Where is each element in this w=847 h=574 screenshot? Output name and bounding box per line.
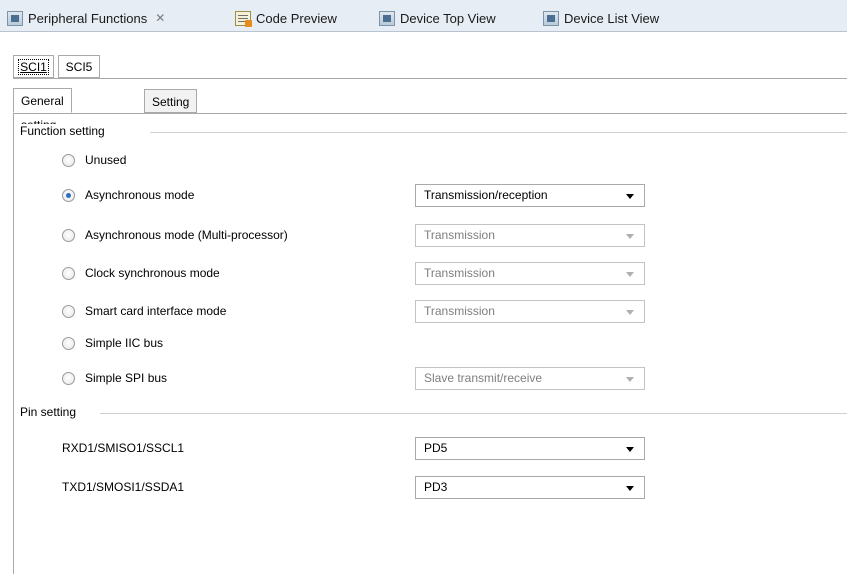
tab-peripheral-functions[interactable]: Peripheral Functions ✕	[7, 8, 165, 28]
select-async-direction[interactable]: Transmission/reception	[415, 184, 645, 207]
editor-tab-bar: Peripheral Functions ✕ Code Preview Devi…	[0, 0, 847, 32]
divider	[13, 78, 847, 79]
chevron-down-icon	[626, 377, 634, 382]
tab-device-top-view[interactable]: Device Top View	[379, 8, 496, 28]
radio-asynchronous[interactable]: Asynchronous mode	[62, 188, 194, 202]
select-value: Transmission/reception	[424, 188, 548, 202]
chevron-down-icon	[626, 310, 634, 315]
radio-button[interactable]	[62, 228, 75, 242]
radio-button[interactable]	[62, 153, 75, 167]
tab-label: Device List View	[564, 10, 660, 26]
tab-label: Peripheral Functions	[28, 10, 148, 26]
select-smart-card-direction: Transmission	[415, 300, 645, 323]
chevron-down-icon	[626, 234, 634, 239]
radio-button[interactable]	[62, 336, 75, 350]
radio-label: Simple SPI bus	[85, 371, 168, 385]
select-spi-mode: Slave transmit/receive	[415, 367, 645, 390]
radio-label: Asynchronous mode	[85, 188, 195, 202]
tab-label: SCI5	[65, 60, 93, 74]
radio-button[interactable]	[62, 266, 75, 280]
chevron-down-icon	[626, 447, 634, 452]
radio-label: Unused	[85, 153, 127, 167]
panel-border	[13, 113, 14, 574]
select-pin-rxd1[interactable]: PD5	[415, 437, 645, 460]
code-preview-icon	[235, 10, 252, 27]
select-clock-sync-direction: Transmission	[415, 262, 645, 285]
select-value: PD3	[424, 480, 448, 494]
group-rule	[150, 132, 847, 133]
radio-label: Simple IIC bus	[85, 336, 164, 350]
tab-label: SCI1	[18, 59, 49, 75]
tab-device-list-view[interactable]: Device List View	[543, 8, 659, 28]
group-title-function-setting: Function setting	[20, 124, 109, 138]
group-title-pin-setting: Pin setting	[20, 405, 81, 419]
chip-icon	[543, 10, 559, 26]
radio-button[interactable]	[62, 188, 75, 202]
tab-label: Setting	[152, 95, 190, 109]
tab-general-setting[interactable]: General setting	[13, 88, 72, 132]
chevron-down-icon	[626, 486, 634, 491]
radio-simple-iic[interactable]: Simple IIC bus	[62, 336, 163, 350]
chip-icon	[379, 10, 395, 26]
select-value: Slave transmit/receive	[424, 371, 543, 385]
radio-async-multiprocessor[interactable]: Asynchronous mode (Multi-processor)	[62, 228, 288, 242]
select-value: PD5	[424, 441, 448, 455]
tab-sci1[interactable]: SCI1	[13, 55, 54, 78]
tab-sci5[interactable]: SCI5	[58, 55, 100, 78]
group-rule	[100, 413, 847, 414]
radio-unused[interactable]: Unused	[62, 153, 126, 167]
radio-button[interactable]	[62, 371, 75, 385]
select-value: Transmission	[424, 304, 495, 318]
select-value: Transmission	[424, 266, 495, 280]
chip-icon	[7, 10, 23, 26]
radio-label: Clock synchronous mode	[85, 266, 220, 280]
select-value: Transmission	[424, 228, 495, 242]
select-pin-txd1[interactable]: PD3	[415, 476, 645, 499]
radio-button[interactable]	[62, 304, 75, 318]
radio-smart-card[interactable]: Smart card interface mode	[62, 304, 226, 318]
tab-label: Device Top View	[400, 10, 496, 26]
radio-label: Smart card interface mode	[85, 304, 227, 318]
radio-clock-synchronous[interactable]: Clock synchronous mode	[62, 266, 220, 280]
chevron-down-icon	[626, 272, 634, 277]
tab-code-preview[interactable]: Code Preview	[235, 8, 337, 28]
radio-simple-spi[interactable]: Simple SPI bus	[62, 371, 167, 385]
pin-label-txd1: TXD1/SMOSI1/SSDA1	[62, 480, 185, 494]
close-icon[interactable]: ✕	[155, 11, 165, 25]
select-multiprocessor-direction: Transmission	[415, 224, 645, 247]
tab-label: Code Preview	[256, 10, 337, 26]
tab-setting[interactable]: Setting	[144, 89, 198, 113]
divider	[13, 113, 847, 114]
pin-label-rxd1: RXD1/SMISO1/SSCL1	[62, 441, 185, 455]
chevron-down-icon	[626, 194, 634, 199]
radio-label: Asynchronous mode (Multi-processor)	[85, 228, 288, 242]
